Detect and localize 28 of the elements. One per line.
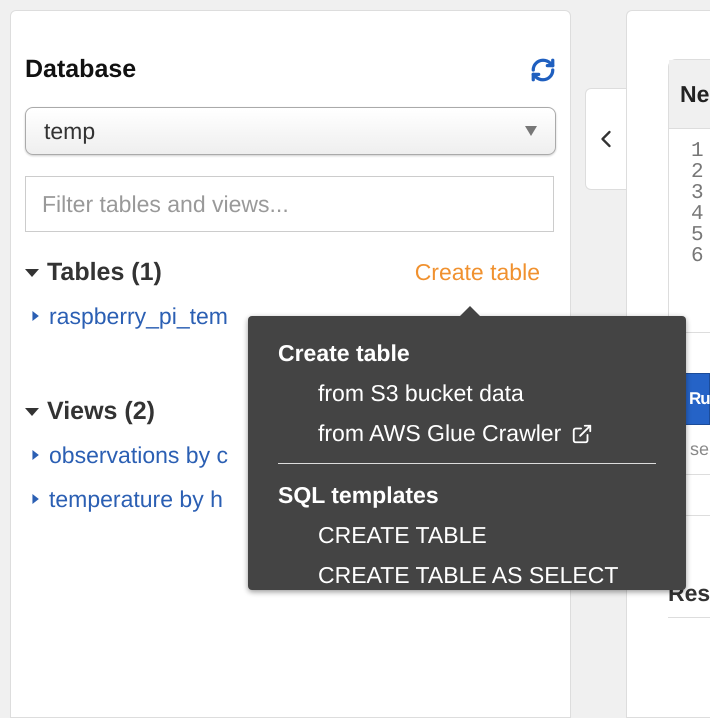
query-editor[interactable]: Ne 1 2 3 4 5 6 — [668, 59, 710, 333]
panel-title: Database — [25, 55, 136, 84]
database-select[interactable]: temp — [25, 107, 556, 155]
refresh-icon[interactable] — [530, 56, 556, 82]
menu-item[interactable]: from S3 bucket data — [318, 380, 656, 407]
filter-field[interactable]: Filter tables and views... — [25, 176, 554, 232]
section-toggle-icon[interactable] — [25, 268, 39, 278]
line-number: 1 — [691, 141, 705, 162]
tree-item[interactable]: temperature by h — [49, 486, 223, 512]
line-number: 4 — [691, 204, 705, 225]
line-number: 3 — [691, 183, 705, 204]
line-number: 6 — [691, 246, 705, 267]
menu-item[interactable]: CREATE TABLE AS SELECT — [318, 562, 656, 589]
external-link-icon — [571, 422, 594, 444]
section-heading: Tables (1) — [47, 258, 162, 287]
line-number: 5 — [691, 225, 705, 246]
menu-heading: Create table — [278, 340, 411, 367]
section-heading: Views (2) — [47, 397, 155, 426]
tree-item[interactable]: raspberry_pi_tem — [49, 302, 228, 330]
editor-tab[interactable]: Ne — [669, 60, 710, 129]
tree-item[interactable]: observations by c — [49, 442, 228, 468]
menu-heading: SQL templates — [278, 482, 440, 509]
caret-icon — [525, 126, 537, 136]
section-toggle-icon[interactable] — [25, 406, 39, 416]
line-number: 2 — [691, 162, 705, 183]
menu-item[interactable]: from AWS Glue Crawler — [318, 420, 656, 447]
menu-item[interactable]: CREATE TABLE — [318, 522, 656, 549]
status-text: se — [690, 439, 710, 460]
